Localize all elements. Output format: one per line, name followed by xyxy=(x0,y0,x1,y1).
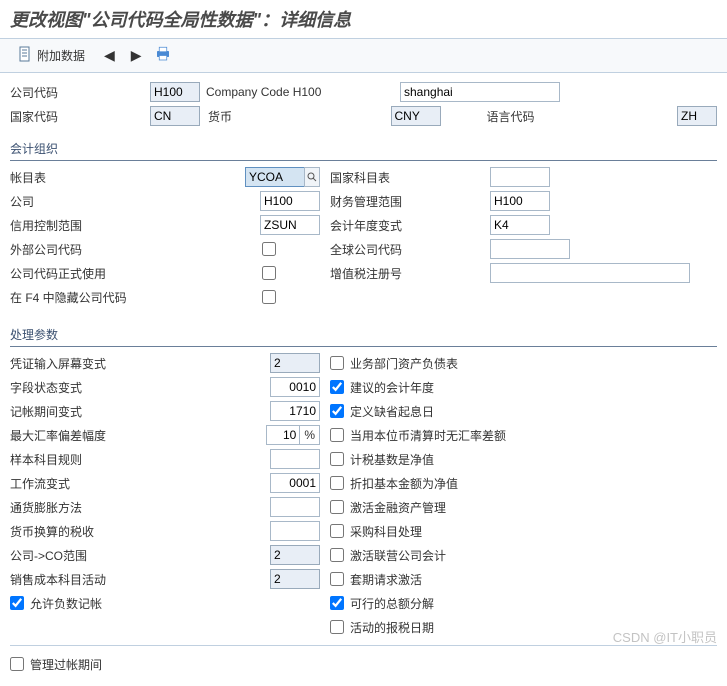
default-valdate-label: 定义缺省起息日 xyxy=(350,403,434,420)
posting-period-input[interactable] xyxy=(270,401,320,421)
active-tax-date-checkbox[interactable] xyxy=(330,620,344,634)
company-input[interactable] xyxy=(260,191,320,211)
bus-area-bs-checkbox[interactable] xyxy=(330,356,344,370)
propose-fy-checkbox[interactable] xyxy=(330,380,344,394)
manage-period-label: 管理过帐期间 xyxy=(30,656,102,673)
workflow-var-input[interactable] xyxy=(270,473,320,493)
city-input[interactable] xyxy=(400,82,560,102)
inflation-label: 通货膨胀方法 xyxy=(10,499,150,516)
country-input[interactable] xyxy=(150,106,200,126)
country-label: 国家代码 xyxy=(10,108,150,125)
neg-posting-checkbox[interactable] xyxy=(10,596,24,610)
posting-period-label: 记帐期间变式 xyxy=(10,403,150,420)
jva-label: 激活联营公司会计 xyxy=(350,547,446,564)
doc-entry-var-label: 凭证输入屏幕变式 xyxy=(10,355,150,372)
global-cocode-label: 全球公司代码 xyxy=(330,241,450,258)
processing-params-section: 处理参数 凭证输入屏幕变式 字段状态变式 记帐期间变式 xyxy=(10,323,717,676)
toolbar: 附加数据 ◀ ▶ xyxy=(0,38,727,73)
processing-params-title: 处理参数 xyxy=(10,323,717,347)
max-exch-dev-input[interactable] xyxy=(266,425,300,445)
hedge-req-checkbox[interactable] xyxy=(330,572,344,586)
disc-base-net-checkbox[interactable] xyxy=(330,476,344,490)
co-area-input[interactable] xyxy=(270,545,320,565)
field-status-label: 字段状态变式 xyxy=(10,379,150,396)
max-exch-dev-label: 最大汇率偏差幅度 xyxy=(10,427,150,444)
prev-button[interactable]: ◀ xyxy=(100,47,119,64)
fy-variant-label: 会计年度变式 xyxy=(330,217,450,234)
page-title: 更改视图"公司代码全局性数据"：详细信息 xyxy=(0,0,727,38)
credit-ctrl-input[interactable] xyxy=(260,215,320,235)
tax-crcy-label: 货币换算的税收 xyxy=(10,523,150,540)
chart-accounts-input[interactable] xyxy=(245,167,305,187)
company-code-input[interactable] xyxy=(150,82,200,102)
amount-split-label: 可行的总额分解 xyxy=(350,595,434,612)
company-code-row: 公司代码 Company Code H100 xyxy=(10,81,717,103)
fm-area-input[interactable] xyxy=(490,191,550,211)
additional-data-button[interactable]: 附加数据 xyxy=(10,43,92,68)
neg-posting-label: 允许负数记帐 xyxy=(30,595,102,612)
accounting-org-section: 会计组织 帐目表 公司 信用控制范围 xyxy=(10,137,717,313)
country-coa-label: 国家科目表 xyxy=(330,169,450,186)
company-code-desc: Company Code H100 xyxy=(200,83,400,101)
print-button[interactable] xyxy=(154,45,172,66)
global-cocode-input[interactable] xyxy=(490,239,570,259)
vat-reg-input[interactable] xyxy=(490,263,690,283)
manage-period-checkbox[interactable] xyxy=(10,657,24,671)
jva-checkbox[interactable] xyxy=(330,548,344,562)
credit-ctrl-label: 信用控制范围 xyxy=(10,217,150,234)
bus-area-bs-label: 业务部门资产负债表 xyxy=(350,355,458,372)
co-area-label: 公司->CO范围 xyxy=(10,547,150,564)
sample-rule-label: 样本科目规则 xyxy=(10,451,150,468)
amount-split-checkbox[interactable] xyxy=(330,596,344,610)
fy-variant-input[interactable] xyxy=(490,215,550,235)
net-tax-base-checkbox[interactable] xyxy=(330,452,344,466)
hedge-req-label: 套期请求激活 xyxy=(350,571,422,588)
ext-cocode-checkbox[interactable] xyxy=(262,242,276,256)
currency-input xyxy=(391,106,441,126)
country-row: 国家代码 货币 语言代码 xyxy=(10,105,717,127)
default-valdate-checkbox[interactable] xyxy=(330,404,344,418)
doc-entry-var-input[interactable] xyxy=(270,353,320,373)
search-help-icon[interactable] xyxy=(304,167,320,187)
purch-proc-checkbox[interactable] xyxy=(330,524,344,538)
cogs-label: 销售成本科目活动 xyxy=(10,571,150,588)
additional-data-label: 附加数据 xyxy=(37,47,85,64)
cocode-prod-label: 公司代码正式使用 xyxy=(10,265,150,282)
active-tax-date-label: 活动的报税日期 xyxy=(350,619,434,636)
sample-rule-input[interactable] xyxy=(270,449,320,469)
fm-area-label: 财务管理范围 xyxy=(330,193,450,210)
country-coa-input[interactable] xyxy=(490,167,550,187)
vat-reg-label: 增值税注册号 xyxy=(330,265,450,282)
company-code-label: 公司代码 xyxy=(10,84,150,101)
purch-proc-label: 采购科目处理 xyxy=(350,523,422,540)
no-exch-diff-checkbox[interactable] xyxy=(330,428,344,442)
percent-unit: % xyxy=(300,425,320,445)
fin-asset-checkbox[interactable] xyxy=(330,500,344,514)
ext-cocode-label: 外部公司代码 xyxy=(10,241,150,258)
disc-base-net-label: 折扣基本金额为净值 xyxy=(350,475,458,492)
next-button[interactable]: ▶ xyxy=(127,47,146,64)
document-icon xyxy=(17,46,33,65)
cocode-prod-checkbox[interactable] xyxy=(262,266,276,280)
field-status-input[interactable] xyxy=(270,377,320,397)
currency-label: 货币 xyxy=(200,108,300,125)
tax-crcy-input[interactable] xyxy=(270,521,320,541)
propose-fy-label: 建议的会计年度 xyxy=(350,379,434,396)
chart-accounts-label: 帐目表 xyxy=(10,169,150,186)
hide-f4-label: 在 F4 中隐藏公司代码 xyxy=(10,289,210,306)
watermark: CSDN @IT小职员 xyxy=(613,627,717,646)
company-label: 公司 xyxy=(10,193,150,210)
cogs-input[interactable] xyxy=(270,569,320,589)
inflation-input[interactable] xyxy=(270,497,320,517)
no-exch-diff-label: 当用本位币清算时无汇率差额 xyxy=(350,427,506,444)
workflow-var-label: 工作流变式 xyxy=(10,475,150,492)
net-tax-base-label: 计税基数是净值 xyxy=(350,451,434,468)
language-input xyxy=(677,106,717,126)
accounting-org-title: 会计组织 xyxy=(10,137,717,161)
language-label: 语言代码 xyxy=(487,108,587,125)
hide-f4-checkbox[interactable] xyxy=(262,290,276,304)
fin-asset-label: 激活金融资产管理 xyxy=(350,499,446,516)
